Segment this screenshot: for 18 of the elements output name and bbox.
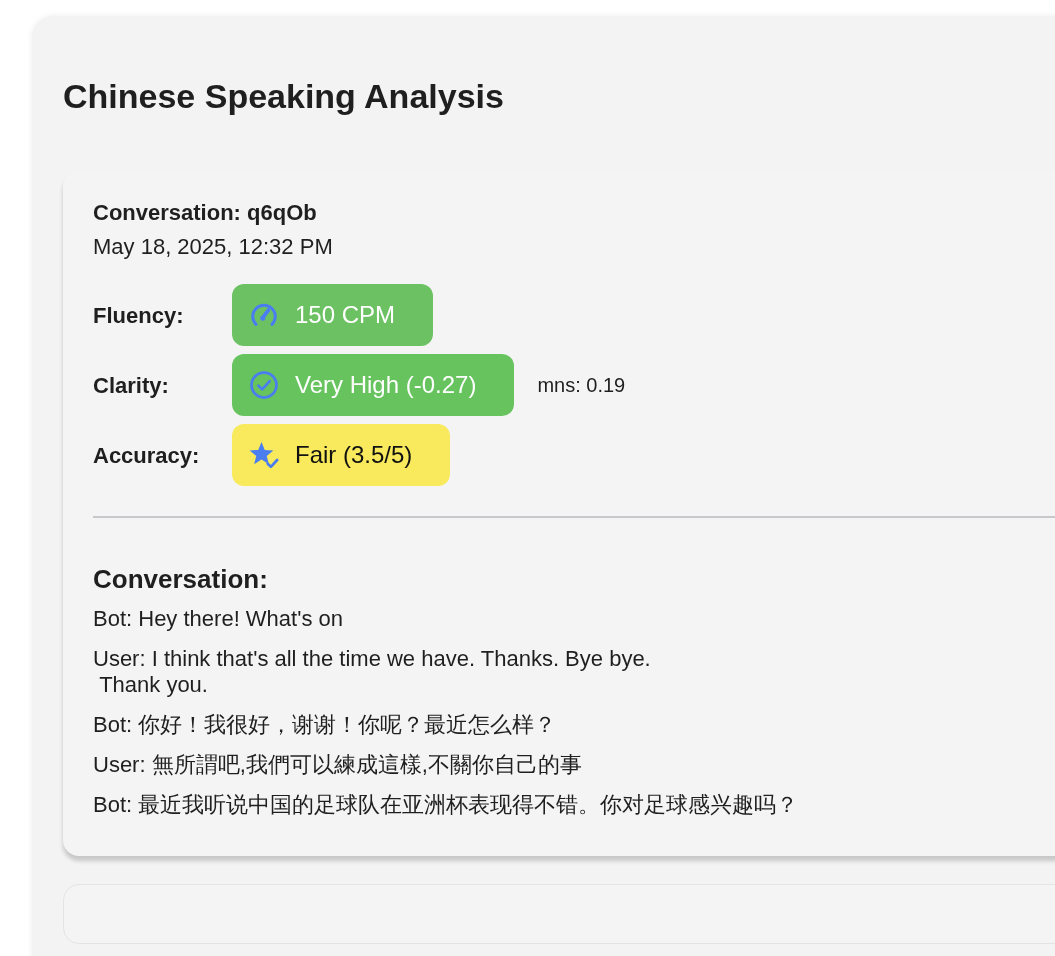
metric-badge: 150 CPM [232,284,434,346]
metric-label: Fluency: [93,302,184,328]
chat-message: Bot: Hey there! What's on [93,606,343,632]
metric-badge: Very High (-0.27) [232,354,515,416]
page-title: Chinese Speaking Analysis [63,76,504,116]
chat-message: User: 無所謂吧,我們可以練成這樣,不關你自己的事 [93,752,582,778]
metric-label: Clarity: [93,372,169,398]
metric-badge: Fair (3.5/5) [232,424,451,486]
conversation-id: Conversation: q6qOb [93,199,317,227]
chat-message: User: I think that's all the time we have. Thanks. Bye bye. Thank you. [93,646,651,698]
conversation-date: May 18, 2025, 12:32 PM [93,233,333,261]
chat-message: Bot: 你好！我很好，谢谢！你呢？最近怎么样？ [93,712,557,738]
chat-message: Bot: 最近我听说中国的足球队在亚洲杯表现得不错。你对足球感兴趣吗？ [93,792,799,818]
metric-note: mns: 0.19 [537,373,626,398]
check-circle-icon [249,370,279,400]
star-check-icon [249,440,279,470]
section-heading: Conversation: [93,564,268,594]
metric-label: Accuracy: [93,442,200,468]
